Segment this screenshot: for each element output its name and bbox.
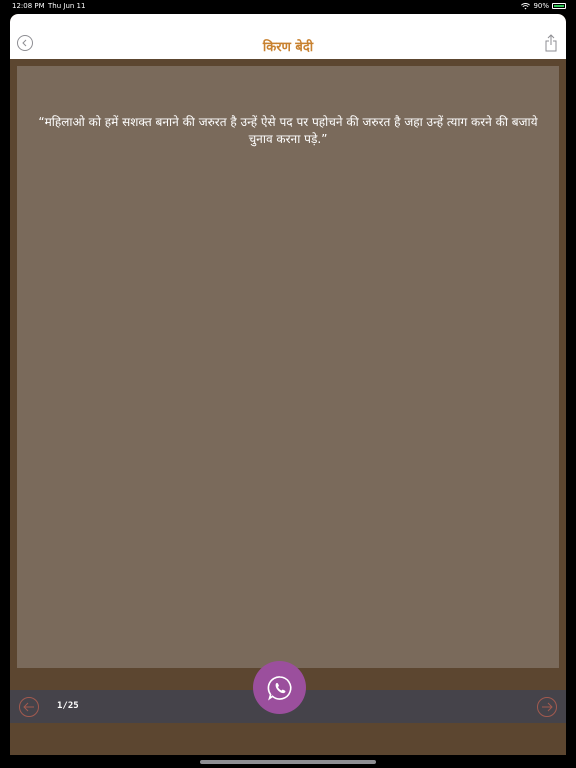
share-icon <box>545 34 557 52</box>
quote-panel: “महिलाओ को हमें सशक्त बनाने की जरुरत है … <box>17 66 559 668</box>
arrow-right-icon <box>542 702 553 712</box>
home-indicator <box>200 760 376 764</box>
whatsapp-icon <box>267 675 291 701</box>
status-bar: 12:08 PM Thu Jun 11 90% <box>0 0 576 14</box>
status-time: 12:08 PM <box>12 2 45 10</box>
wifi-icon <box>521 2 531 9</box>
quote-text: “महिलाओ को हमें सशक्त बनाने की जरुरत है … <box>38 115 538 146</box>
status-right: 90% <box>521 2 566 10</box>
app-frame: किरण बेदी “महिलाओ को हमें सशक्त बनाने की… <box>10 14 566 755</box>
next-quote-button[interactable] <box>537 697 557 717</box>
share-button[interactable] <box>544 34 558 52</box>
navigation-bar: किरण बेदी <box>10 14 566 59</box>
status-date: Thu Jun 11 <box>48 2 86 10</box>
page-title: किरण बेदी <box>262 40 314 55</box>
previous-quote-button[interactable] <box>19 697 39 717</box>
whatsapp-share-button[interactable] <box>253 661 306 714</box>
battery-percent: 90% <box>533 2 549 10</box>
page-counter: 1/25 <box>57 701 79 711</box>
arrow-left-icon <box>23 702 34 712</box>
battery-icon <box>552 3 566 9</box>
